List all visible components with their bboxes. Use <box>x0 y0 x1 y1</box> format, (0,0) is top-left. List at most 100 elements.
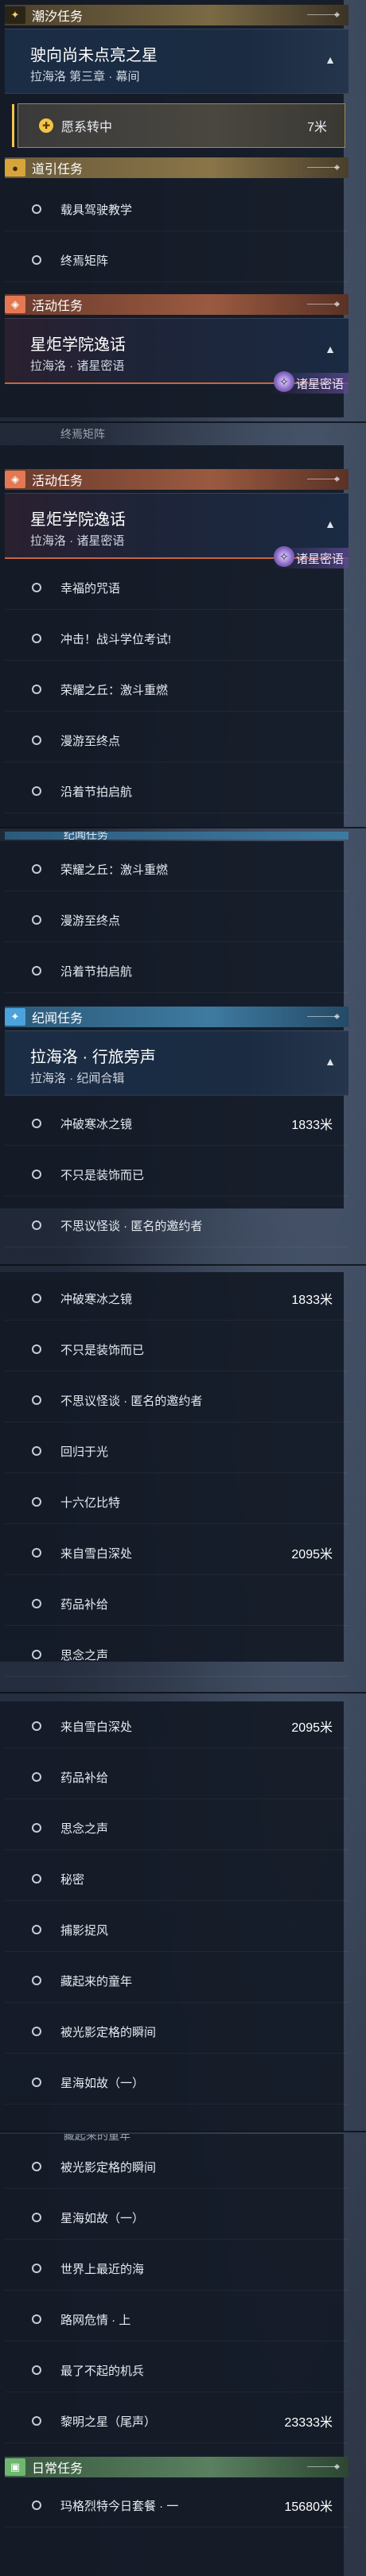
quest-item[interactable]: 十六亿比特 <box>5 1480 348 1524</box>
sparkle-icon: ✦ <box>5 1008 25 1026</box>
radio-icon <box>32 1446 41 1456</box>
quest-item[interactable]: 被光影定格的瞬间 <box>5 2010 348 2054</box>
cut-row: 纪闻任务 <box>5 832 348 840</box>
radio-icon <box>32 1220 41 1230</box>
quest-item[interactable]: 不只是装饰而已 <box>5 1328 348 1371</box>
header-event-quests[interactable]: ◈ 活动任务 <box>5 294 348 315</box>
radio-icon <box>32 2264 41 2273</box>
constellation-icon: ✧ <box>273 546 294 567</box>
radio-icon <box>32 915 41 925</box>
quest-item[interactable]: 星海如故（一） <box>5 2196 348 2240</box>
radio-icon <box>32 634 41 643</box>
radio-icon <box>32 685 41 694</box>
quest-card-event[interactable]: 星炬学院逸话 拉海洛 · 诸星密语 ▲ ✧ 诸星密语 <box>5 318 348 394</box>
chevron-up-icon[interactable]: ▲ <box>325 343 336 355</box>
quest-item[interactable]: 漫游至终点 <box>5 898 348 942</box>
quest-item[interactable]: 藏起来的童年 <box>5 1959 348 2003</box>
radio-icon <box>32 1344 41 1354</box>
radio-icon <box>32 1925 41 1934</box>
radio-icon <box>32 966 41 976</box>
quest-item[interactable]: 幸福的咒语 <box>5 566 348 610</box>
quest-item[interactable]: 冲击！战斗学位考试! <box>5 617 348 661</box>
radio-icon <box>32 1976 41 1985</box>
quest-item[interactable]: 荣耀之丘：激斗重燃 <box>5 848 348 891</box>
calendar-icon: ▣ <box>5 2458 25 2476</box>
quest-item[interactable]: 最了不起的机兵 <box>5 2349 348 2392</box>
radio-icon <box>32 1119 41 1128</box>
quest-item[interactable]: 终焉矩阵 <box>5 239 348 282</box>
cut-row: 终焉矩阵 <box>60 428 105 440</box>
radio-icon <box>32 1721 41 1731</box>
quest-item[interactable]: 思念之声 <box>5 1806 348 1850</box>
quest-item[interactable]: 思念之声 <box>5 1633 348 1677</box>
radio-icon <box>32 2416 41 2426</box>
event-icon: ◈ <box>5 471 25 488</box>
ornament-icon <box>307 475 339 483</box>
radio-icon <box>32 204 41 214</box>
quest-item[interactable]: 被光影定格的瞬间 <box>5 2145 348 2189</box>
radio-icon <box>32 786 41 796</box>
quest-item[interactable]: 来自雪白深处 2095米 <box>5 1531 348 1575</box>
quest-item[interactable]: 不思议怪谈 · 匿名的邀约者 <box>5 1204 348 1247</box>
constellation-icon: ✧ <box>273 371 294 392</box>
quest-item[interactable]: 冲破寒冰之镜 1833米 <box>5 1102 348 1146</box>
radio-icon <box>32 1874 41 1884</box>
quest-item[interactable]: 药品补给 <box>5 1582 348 1626</box>
quest-item[interactable]: 不思议怪谈 · 匿名的邀约者 <box>5 1379 348 1422</box>
cut-row: 藏起来的童年 <box>64 2134 130 2142</box>
radio-icon <box>32 1599 41 1608</box>
quest-item[interactable]: 路网危情 · 上 <box>5 2298 348 2341</box>
radio-icon <box>32 864 41 874</box>
quest-item[interactable]: 不只是装饰而已 <box>5 1153 348 1197</box>
header-wander-quests[interactable]: ✦ 纪闻任务 <box>5 1007 348 1027</box>
quest-card-tide[interactable]: 驶向尚未点亮之星 拉海洛 第三章 · 幕间 ▲ <box>5 29 348 94</box>
quest-item[interactable]: 来自雪白深处 2095米 <box>5 1705 348 1748</box>
radio-icon <box>32 2500 41 2510</box>
quest-item[interactable]: 世界上最近的海 <box>5 2247 348 2291</box>
radio-icon <box>32 2365 41 2375</box>
ornament-icon <box>307 301 339 308</box>
radio-icon <box>32 1772 41 1782</box>
header-tide-quests[interactable]: ✦ 潮汐任务 <box>5 5 348 25</box>
chevron-up-icon[interactable]: ▲ <box>325 518 336 530</box>
quest-item[interactable]: 冲破寒冰之镜 1833米 <box>5 1277 348 1321</box>
ornament-icon <box>307 164 339 172</box>
ornament-icon <box>307 1013 339 1021</box>
quest-card-wander[interactable]: 拉海洛 · 行旅旁声 拉海洛 · 纪闻合辑 ▲ <box>5 1030 348 1096</box>
quest-item[interactable]: 捕影捉风 <box>5 1908 348 1952</box>
radio-icon <box>32 2027 41 2036</box>
quest-item[interactable]: 星海如故（一） <box>5 2061 348 2105</box>
quest-item[interactable]: 漫游至终点 <box>5 719 348 762</box>
objective-marker-icon: ✚ <box>39 118 53 133</box>
event-badge: ✧ 诸星密语 <box>271 371 348 394</box>
radio-icon <box>32 255 41 265</box>
radio-icon <box>32 2314 41 2324</box>
radio-icon <box>32 583 41 592</box>
quest-item[interactable]: 玛格烈特今日套餐 · 一 15680米 <box>5 2484 348 2528</box>
header-daily-quests[interactable]: ▣ 日常任务 <box>5 2457 348 2477</box>
quest-item[interactable]: 黎明之星（尾声） 23333米 <box>5 2399 348 2443</box>
star-icon: ✦ <box>5 6 25 24</box>
chevron-up-icon[interactable]: ▲ <box>325 1055 336 1068</box>
location-pin-icon: ● <box>5 159 25 177</box>
event-icon: ◈ <box>5 296 25 313</box>
quest-item[interactable]: 药品补给 <box>5 1755 348 1799</box>
chevron-up-icon[interactable]: ▲ <box>325 53 336 66</box>
radio-icon <box>32 735 41 745</box>
quest-card-event[interactable]: 星炬学院逸话 拉海洛 · 诸星密语 ▲ ✧ 诸星密语 <box>5 493 348 568</box>
radio-icon <box>32 1548 41 1558</box>
header-event-quests[interactable]: ◈ 活动任务 <box>5 469 348 490</box>
radio-icon <box>32 2077 41 2087</box>
radio-icon <box>32 2162 41 2171</box>
header-guide-quests[interactable]: ● 道引任务 <box>5 157 348 178</box>
radio-icon <box>32 1650 41 1659</box>
radio-icon <box>32 1823 41 1833</box>
quest-item[interactable]: 荣耀之丘：激斗重燃 <box>5 668 348 712</box>
quest-item[interactable]: 秘密 <box>5 1857 348 1901</box>
tracked-objective[interactable]: ✚ 愿系转中 7米 <box>12 103 345 148</box>
quest-item[interactable]: 沿着节拍启航 <box>5 949 348 993</box>
quest-item[interactable]: 载具驾驶教学 <box>5 188 348 231</box>
radio-icon <box>32 1170 41 1179</box>
quest-item[interactable]: 沿着节拍启航 <box>5 770 348 813</box>
quest-item[interactable]: 回归于光 <box>5 1430 348 1473</box>
